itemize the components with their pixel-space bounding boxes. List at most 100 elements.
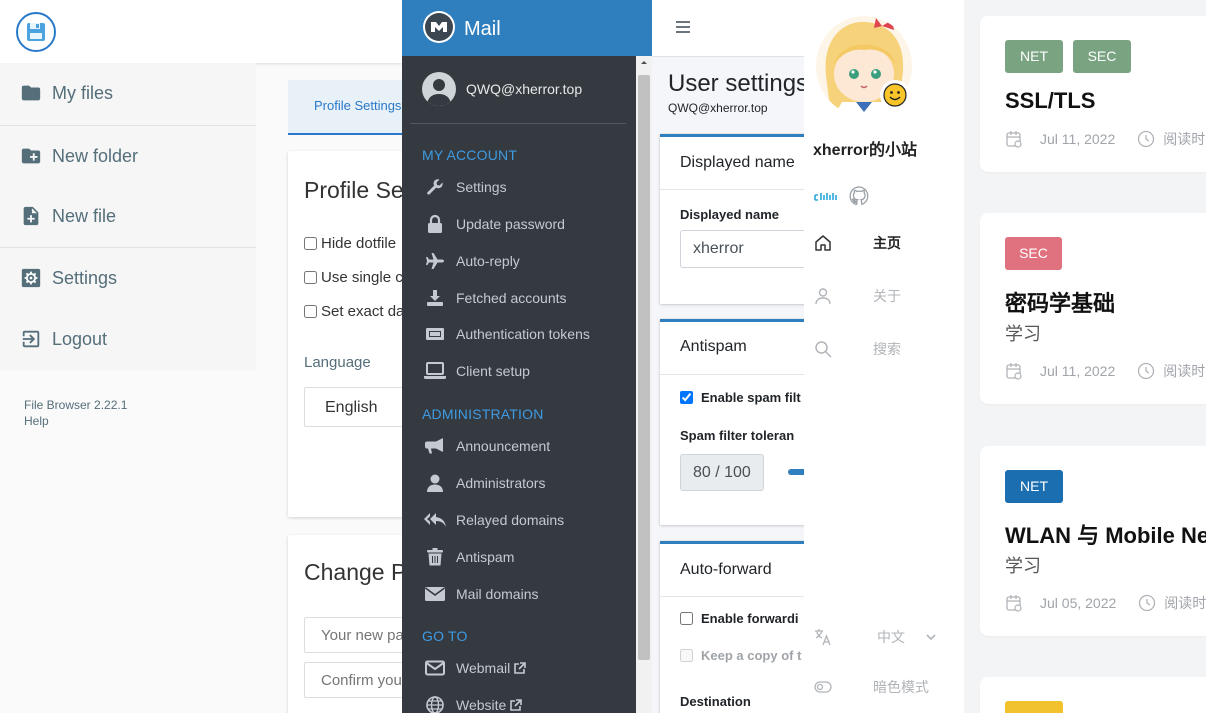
post-card[interactable] — [980, 677, 1206, 713]
nav-item-mail-domains[interactable]: Mail domains — [424, 583, 538, 605]
nav-item-antispam[interactable]: Antispam — [424, 546, 514, 568]
card-divider — [660, 189, 804, 190]
destination-label: Destination — [680, 694, 751, 709]
new-password-field[interactable]: Your new pa — [304, 617, 402, 653]
nav-item-announcement[interactable]: Announcement — [424, 435, 550, 457]
nav-item-authentication-tokens[interactable]: Authentication tokens — [424, 323, 590, 345]
tag-net[interactable]: NET — [1005, 470, 1063, 503]
scrollbar-thumb[interactable] — [638, 75, 650, 660]
sidebar-item-settings[interactable]: Settings — [0, 248, 256, 308]
post-date: Jul 05, 2022 — [1040, 595, 1117, 611]
post-subtitle: 学习 — [1005, 556, 1041, 576]
help-link[interactable]: Help — [24, 414, 49, 428]
status-emoji[interactable] — [880, 80, 910, 110]
nav-item-website[interactable]: Website — [424, 694, 523, 713]
post-card[interactable]: NET WLAN 与 Mobile Net 学习 Jul 05, 2022 阅读… — [980, 446, 1206, 636]
keep-copy-checkbox[interactable]: Keep a copy of t — [680, 648, 801, 663]
version-text: File Browser 2.22.1 — [24, 398, 128, 412]
post-tag[interactable] — [1005, 701, 1063, 713]
tag-sec[interactable]: SEC — [1073, 40, 1131, 73]
nav-item-home[interactable]: 主页 — [814, 233, 901, 253]
dark-mode-label: 暗色模式 — [873, 679, 929, 695]
folder-icon — [21, 85, 41, 101]
post-title[interactable]: 密码学基础 — [1005, 286, 1115, 318]
post-meta: Jul 11, 2022 阅读时 — [1005, 129, 1205, 149]
nav-item-relayed-domains[interactable]: Relayed domains — [424, 509, 564, 531]
user-email[interactable]: QWQ@xherror.top — [466, 81, 582, 97]
blog-sidebar: xherror的小站 主页 关于 搜索 中文 暗色模式 — [804, 0, 964, 713]
home-icon — [815, 235, 831, 251]
enable-forwarding-checkbox[interactable]: Enable forwardi — [680, 611, 799, 626]
exact-date-checkbox[interactable]: Set exact da — [304, 303, 402, 320]
enable-spam-filter-checkbox[interactable]: Enable spam filt — [680, 390, 801, 405]
displayed-name-input[interactable]: xherror — [680, 230, 804, 268]
hide-dotfiles-checkbox[interactable]: Hide dotfile — [304, 235, 396, 252]
single-click-checkbox[interactable]: Use single c — [304, 269, 402, 286]
card-title: Antispam — [680, 338, 747, 355]
nav-item-client-setup[interactable]: Client setup — [424, 360, 530, 382]
wrench-icon — [427, 179, 443, 195]
post-title[interactable]: SSL/TLS — [1005, 88, 1095, 114]
tab-profile-settings[interactable]: Profile Settings — [288, 80, 402, 135]
sidebar-item-new-folder[interactable]: New folder — [0, 126, 256, 186]
site-name[interactable]: xherror的小站 — [813, 136, 917, 160]
sidebar-item-logout[interactable]: Logout — [0, 309, 256, 369]
card-divider — [660, 596, 804, 597]
scroll-up-icon[interactable] — [636, 56, 652, 68]
dark-mode-toggle[interactable]: 暗色模式 — [814, 677, 929, 697]
spam-tolerance-label: Spam filter toleran — [680, 428, 795, 443]
hamburger-menu-icon[interactable] — [676, 20, 690, 34]
post-card[interactable]: SEC 密码学基础 学习 Jul 11, 2022 阅读时 — [980, 213, 1206, 404]
reply-all-icon — [424, 513, 446, 527]
card-title: Change P — [304, 559, 402, 585]
nav-item-webmail[interactable]: Webmail — [424, 657, 527, 679]
external-link-icon — [514, 662, 527, 674]
page-title: User settings — [668, 70, 804, 97]
confirm-password-field[interactable]: Confirm you — [304, 662, 402, 698]
bilibili-icon[interactable] — [814, 186, 838, 206]
nav-item-search[interactable]: 搜索 — [814, 339, 901, 359]
post-meta: Jul 11, 2022 阅读时 — [1005, 361, 1205, 381]
card-title: Auto-forward — [680, 561, 772, 578]
floppy-icon — [27, 23, 45, 41]
globe-icon — [426, 696, 444, 713]
sidebar-item-label: Logout — [52, 328, 108, 349]
mail-logo-icon — [425, 13, 453, 41]
post-card[interactable]: NET SEC SSL/TLS Jul 11, 2022 阅读时 — [980, 16, 1206, 172]
card-title: Profile Se — [304, 177, 402, 203]
displayed-name-label: Displayed name — [680, 207, 779, 222]
sidebar-item-my-files[interactable]: My files — [0, 63, 256, 123]
sidebar-item-new-file[interactable]: New file — [0, 186, 256, 246]
card-divider — [660, 374, 804, 375]
github-icon[interactable] — [849, 186, 869, 206]
language-switcher[interactable]: 中文 — [814, 627, 936, 647]
calendar-icon — [1006, 131, 1022, 148]
clock-icon — [1138, 362, 1155, 380]
user-avatar-icon — [427, 79, 451, 106]
post-date: Jul 11, 2022 — [1040, 131, 1116, 147]
nav-item-fetched-accounts[interactable]: Fetched accounts — [424, 287, 567, 309]
spam-tolerance-value: 80 / 100 — [680, 454, 764, 491]
tag-net[interactable]: NET — [1005, 40, 1063, 73]
sidebar-item-label: New folder — [52, 145, 139, 166]
mail-logo[interactable] — [423, 11, 455, 43]
user-icon — [427, 474, 443, 492]
plane-icon — [426, 253, 444, 269]
nav-item-about[interactable]: 关于 — [814, 286, 901, 306]
nav-item-administrators[interactable]: Administrators — [424, 472, 545, 494]
post-read-time: 阅读时 — [1163, 363, 1206, 379]
settings-icon — [21, 268, 41, 288]
nav-item-auto-reply[interactable]: Auto-reply — [424, 250, 520, 272]
tag-sec[interactable]: SEC — [1005, 237, 1062, 270]
file-browser-logo[interactable] — [16, 12, 56, 52]
post-title[interactable]: WLAN 与 Mobile Net — [1005, 518, 1206, 550]
language-select[interactable]: English — [304, 387, 402, 427]
post-subtitle: 学习 — [1005, 324, 1041, 344]
nav-item-settings[interactable]: Settings — [424, 176, 507, 198]
spam-tolerance-slider[interactable] — [788, 469, 804, 475]
envelope-outline-icon — [425, 660, 445, 676]
file-browser-panel: My files New folder New file Settings Lo… — [0, 0, 402, 713]
page-subtitle: QWQ@xherror.top — [668, 101, 768, 115]
sidebar-item-label: My files — [52, 82, 114, 103]
nav-item-update-password[interactable]: Update password — [424, 213, 565, 235]
